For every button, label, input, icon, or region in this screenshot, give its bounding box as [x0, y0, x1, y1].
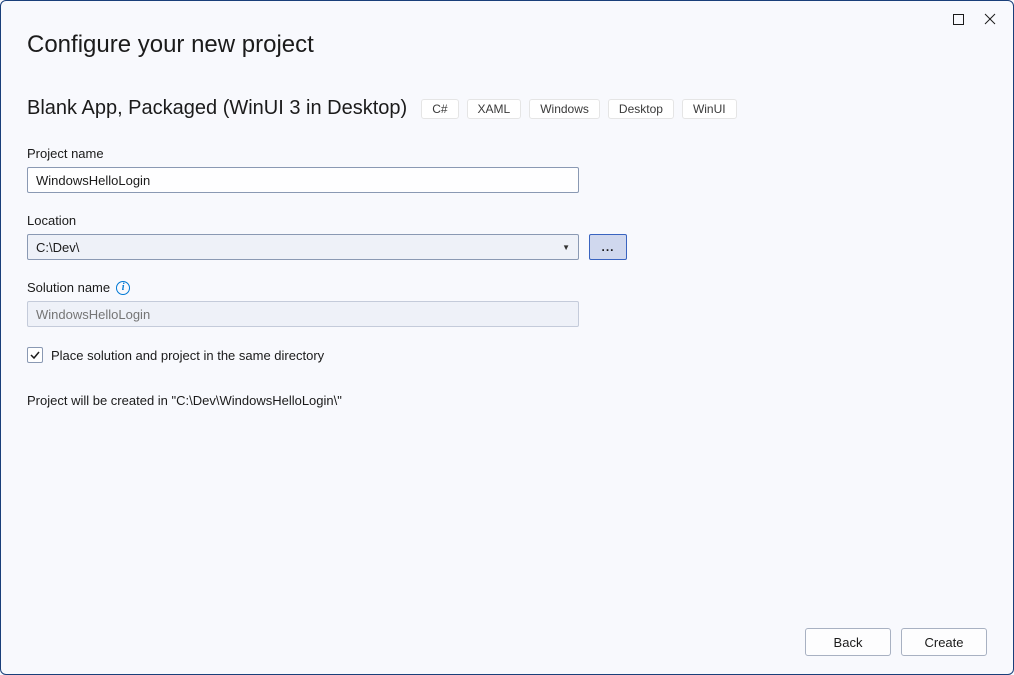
close-button[interactable] [975, 7, 1005, 31]
chevron-down-icon: ▼ [562, 243, 570, 252]
create-button[interactable]: Create [901, 628, 987, 656]
tag-windows: Windows [529, 99, 600, 119]
back-button[interactable]: Back [805, 628, 891, 656]
project-name-input[interactable] [27, 167, 579, 193]
maximize-button[interactable] [943, 7, 973, 31]
same-directory-checkbox[interactable] [27, 347, 43, 363]
location-label: Location [27, 213, 987, 228]
project-path-info: Project will be created in "C:\Dev\Windo… [27, 393, 987, 408]
maximize-icon [953, 14, 964, 25]
check-icon [29, 349, 41, 361]
project-name-label: Project name [27, 146, 987, 161]
tag-desktop: Desktop [608, 99, 674, 119]
info-icon[interactable]: i [116, 281, 130, 295]
tag-list: C# XAML Windows Desktop WinUI [421, 99, 736, 119]
same-directory-label: Place solution and project in the same d… [51, 348, 324, 363]
solution-name-input [27, 301, 579, 327]
close-icon [984, 13, 996, 25]
page-title: Configure your new project [27, 31, 987, 59]
template-name: Blank App, Packaged (WinUI 3 in Desktop) [27, 97, 407, 120]
tag-csharp: C# [421, 99, 458, 119]
location-combo[interactable]: C:\Dev\ ▼ [27, 234, 579, 260]
browse-button[interactable]: ... [589, 234, 627, 260]
location-value: C:\Dev\ [36, 240, 79, 255]
tag-winui: WinUI [682, 99, 737, 119]
solution-name-label: Solution name [27, 280, 110, 295]
tag-xaml: XAML [467, 99, 522, 119]
